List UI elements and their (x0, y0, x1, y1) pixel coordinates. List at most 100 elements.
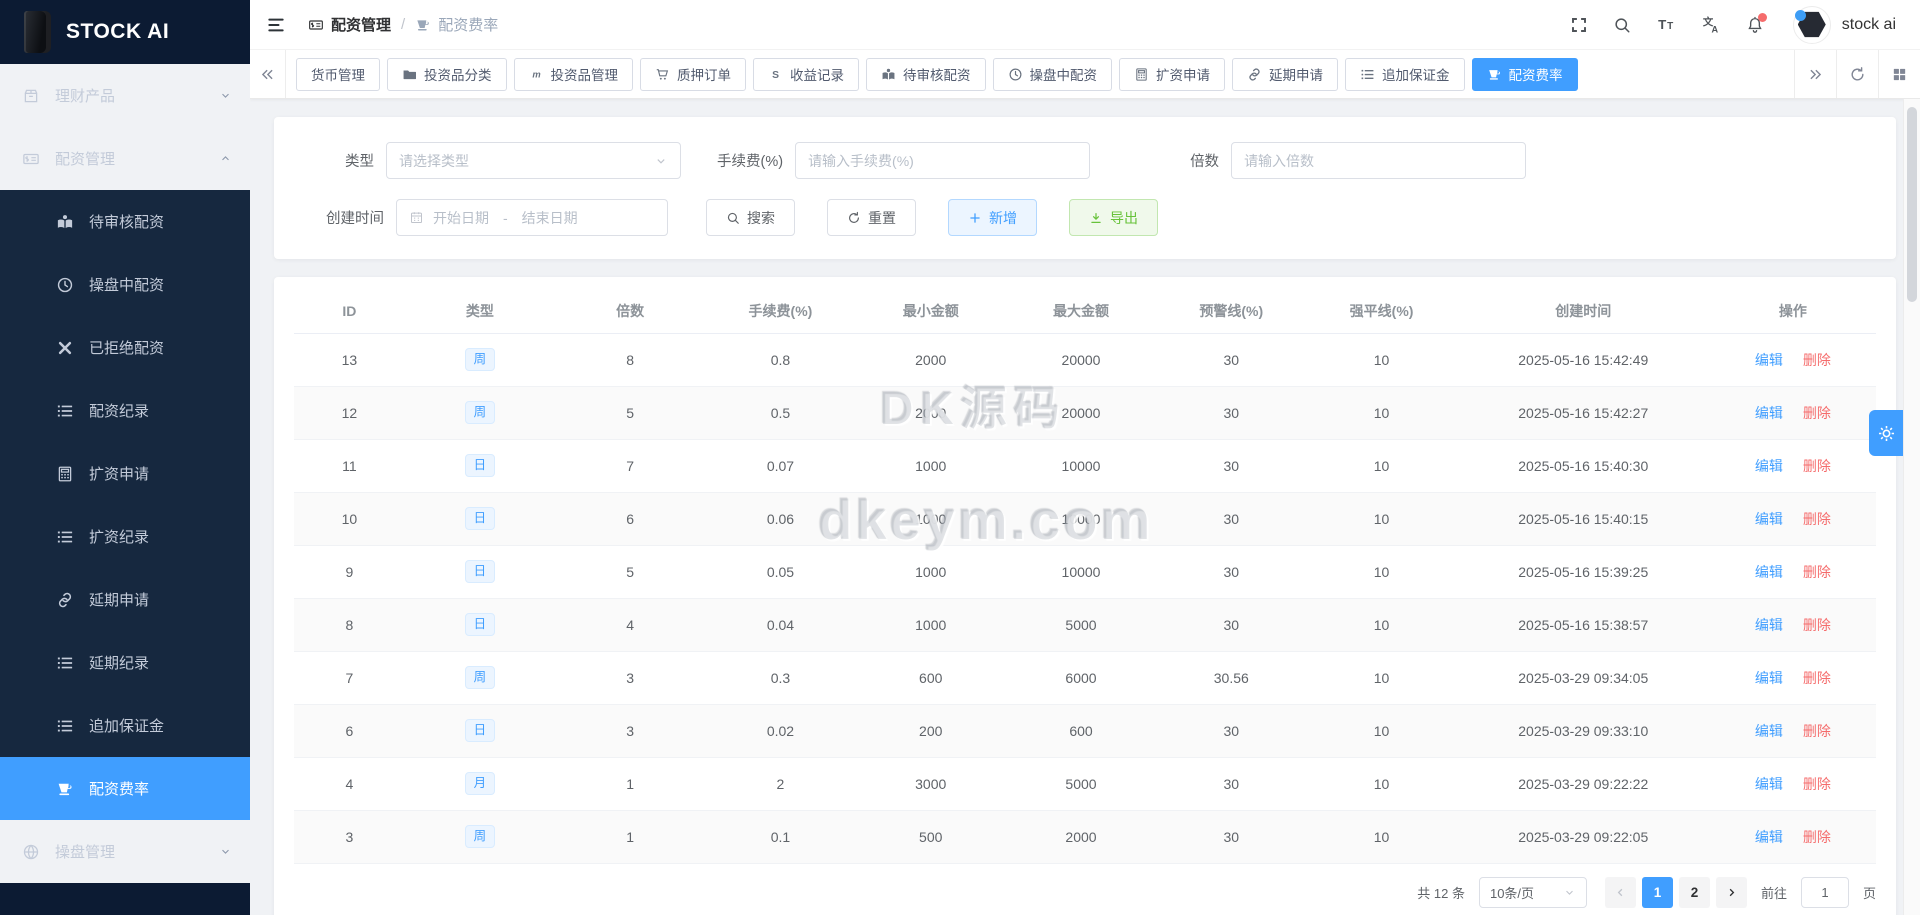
sidebar-item-7[interactable]: 扩资纪录 (0, 505, 250, 568)
edit-link[interactable]: 编辑 (1755, 723, 1783, 739)
cell-id: 6 (294, 704, 405, 758)
cell-fee: 0.5 (705, 386, 856, 440)
table-row: 12 周 5 0.5 2000 20000 30 10 2025-05-16 1… (294, 386, 1876, 440)
edit-link[interactable]: 编辑 (1755, 511, 1783, 527)
edit-link[interactable]: 编辑 (1755, 776, 1783, 792)
translate-icon[interactable]: 文A (1701, 15, 1721, 35)
tab-7[interactable]: 扩资申请 (1119, 57, 1225, 91)
edit-link[interactable]: 编辑 (1755, 617, 1783, 633)
clock-icon (1008, 67, 1023, 82)
list-icon (56, 654, 74, 672)
sidebar-item-8[interactable]: 延期申请 (0, 568, 250, 631)
tab-6[interactable]: 操盘中配资 (992, 57, 1112, 91)
tab-0[interactable]: 货币管理 (296, 57, 380, 91)
sidebar-item-5[interactable]: 配资纪录 (0, 379, 250, 442)
sidebar-item-0[interactable]: 理财产品 (0, 64, 250, 127)
menu-fold-icon[interactable] (266, 15, 286, 35)
delete-link[interactable]: 删除 (1803, 405, 1831, 421)
cell-actions: 编辑 删除 (1709, 386, 1876, 440)
delete-link[interactable]: 删除 (1803, 723, 1831, 739)
sidebar-item-label: 操盘管理 (55, 844, 116, 861)
tab-3[interactable]: 质押订单 (640, 57, 746, 91)
tab-5[interactable]: 待审核配资 (866, 57, 986, 91)
column-header: 预警线(%) (1156, 289, 1307, 334)
sidebar-item-3[interactable]: 操盘中配资 (0, 253, 250, 316)
export-button[interactable]: 导出 (1069, 199, 1158, 236)
scrollbar[interactable] (1903, 99, 1920, 915)
type-badge: 日 (464, 719, 496, 742)
page-1-button[interactable]: 1 (1641, 877, 1673, 908)
delete-link[interactable]: 删除 (1803, 511, 1831, 527)
prev-page-button[interactable] (1604, 877, 1636, 908)
type-badge: 日 (464, 613, 496, 636)
add-button[interactable]: 新增 (948, 199, 1037, 236)
fee-input[interactable] (795, 142, 1091, 179)
scroll-tabs-right-button[interactable] (1794, 50, 1836, 98)
sidebar-item-11[interactable]: 配资费率 (0, 757, 250, 820)
multiple-input[interactable] (1231, 142, 1527, 179)
date-range-input[interactable]: 开始日期 - 结束日期 (396, 199, 668, 236)
layout-grid-button[interactable] (1878, 50, 1920, 98)
cell-created: 2025-03-29 09:22:22 (1456, 757, 1710, 811)
delete-link[interactable]: 删除 (1803, 829, 1831, 845)
cell-max: 10000 (1005, 439, 1157, 493)
settings-gear-button[interactable] (1869, 410, 1903, 456)
reset-button[interactable]: 重置 (827, 199, 916, 236)
avatar[interactable] (1792, 5, 1831, 44)
delete-link[interactable]: 删除 (1803, 564, 1831, 580)
sidebar-item-4[interactable]: 已拒绝配资 (0, 316, 250, 379)
page-2-button[interactable]: 2 (1678, 877, 1710, 908)
tab-4[interactable]: S 收益记录 (753, 57, 859, 91)
refresh-icon (847, 211, 861, 225)
search-icon[interactable] (1613, 16, 1631, 34)
next-page-button[interactable] (1715, 877, 1747, 908)
tab-9[interactable]: 追加保证金 (1345, 57, 1465, 91)
cell-created: 2025-03-29 09:33:10 (1456, 704, 1710, 758)
cell-warn: 30 (1156, 439, 1307, 493)
sidebar-item-10[interactable]: 追加保证金 (0, 694, 250, 757)
cell-min: 1000 (855, 545, 1006, 599)
tab-8[interactable]: 延期申请 (1232, 57, 1338, 91)
logo: STOCK AI (0, 0, 250, 64)
delete-link[interactable]: 删除 (1803, 352, 1831, 368)
sidebar-item-2[interactable]: 待审核配资 (0, 190, 250, 253)
cell-close: 10 (1306, 810, 1457, 864)
column-header: 手续费(%) (705, 289, 856, 334)
sidebar-item-label: 配资费率 (89, 781, 150, 798)
delete-link[interactable]: 删除 (1803, 617, 1831, 633)
cell-warn: 30 (1156, 757, 1307, 811)
notifications-button[interactable] (1746, 12, 1767, 34)
sidebar-item-9[interactable]: 延期纪录 (0, 631, 250, 694)
cell-created: 2025-05-16 15:42:27 (1456, 386, 1710, 440)
font-size-icon[interactable]: TT (1656, 15, 1676, 35)
cell-close: 10 (1306, 333, 1457, 387)
edit-link[interactable]: 编辑 (1755, 670, 1783, 686)
edit-link[interactable]: 编辑 (1755, 458, 1783, 474)
delete-link[interactable]: 删除 (1803, 458, 1831, 474)
tab-1[interactable]: 投资品分类 (387, 57, 507, 91)
cell-multiple: 3 (555, 704, 706, 758)
scroll-tabs-left-button[interactable] (250, 50, 286, 98)
edit-link[interactable]: 编辑 (1755, 564, 1783, 580)
edit-link[interactable]: 编辑 (1755, 829, 1783, 845)
scrollbar-thumb[interactable] (1907, 107, 1917, 302)
edit-link[interactable]: 编辑 (1755, 352, 1783, 368)
cell-actions: 编辑 删除 (1709, 439, 1876, 493)
tab-2[interactable]: m 投资品管理 (513, 57, 633, 91)
delete-link[interactable]: 删除 (1803, 670, 1831, 686)
goto-input[interactable] (1800, 877, 1849, 908)
refresh-tab-button[interactable] (1836, 50, 1878, 98)
page-size-select[interactable]: 10条/页 (1478, 877, 1587, 908)
type-select[interactable]: 请选择类型 (386, 142, 681, 179)
edit-link[interactable]: 编辑 (1755, 405, 1783, 421)
search-button[interactable]: 搜索 (706, 199, 795, 236)
fullscreen-icon[interactable] (1570, 16, 1588, 34)
sidebar-item-6[interactable]: 扩资申请 (0, 442, 250, 505)
column-header: 倍数 (555, 289, 706, 334)
package-icon (22, 87, 40, 105)
sidebar-item-1[interactable]: 配资管理 (0, 127, 250, 190)
cell-min: 2000 (855, 386, 1006, 440)
sidebar-item-12[interactable]: 操盘管理 (0, 820, 250, 883)
delete-link[interactable]: 删除 (1803, 776, 1831, 792)
tab-10[interactable]: 配资费率 (1471, 57, 1578, 91)
